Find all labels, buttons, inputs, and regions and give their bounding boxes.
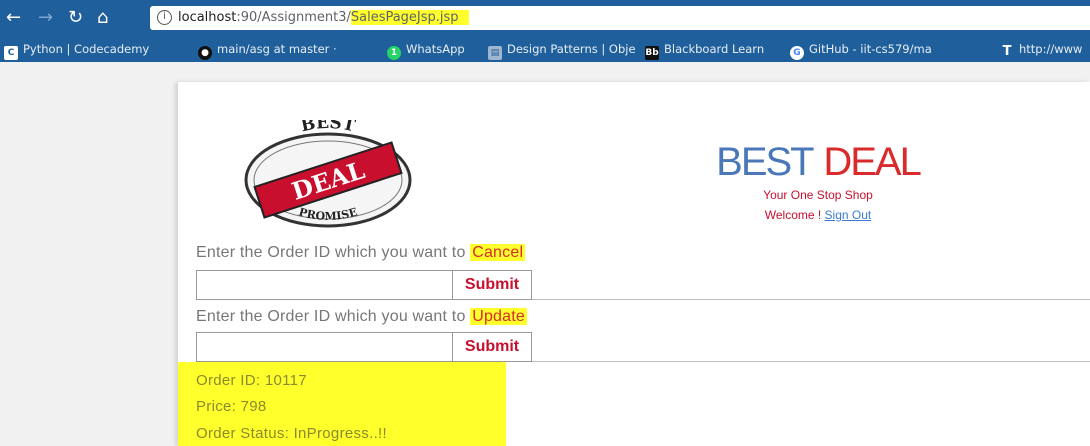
page-margin: [0, 62, 178, 446]
whatsapp-icon: 1: [387, 46, 401, 60]
bookmark-item[interactable]: ● main/asg at master ·: [198, 40, 337, 60]
bookmark-item[interactable]: Thttp://www: [1000, 40, 1083, 59]
order-price-text: Price: 798: [196, 398, 267, 415]
site-title: BEST DEAL: [668, 140, 968, 184]
bookmark-label: http://www: [1019, 42, 1083, 56]
bookmark-page-icon: ▤: [488, 46, 502, 60]
update-order-id-input[interactable]: [196, 332, 452, 362]
site-title-best: BEST: [716, 140, 814, 184]
bookmark-label: Python | Codecademy: [23, 42, 150, 56]
site-title-deal: DEAL: [823, 140, 921, 184]
bookmark-label: Blackboard Learn: [664, 42, 765, 56]
order-result-panel: Order ID: 10117 Price: 798 Order Status:…: [178, 362, 506, 446]
forward-arrow-icon[interactable]: →: [38, 9, 53, 27]
url-host: localhost: [178, 10, 237, 25]
cancel-prompt-text: Enter the Order ID which you want to: [196, 244, 471, 261]
update-prompt: Enter the Order ID which you want to Upd…: [196, 308, 527, 326]
bookmark-label: GitHub - iit-cs579/ma: [809, 42, 932, 56]
order-id-text: Order ID: 10117: [196, 372, 307, 389]
codecademy-icon: C: [4, 46, 18, 60]
tagline: Your One Stop Shop: [763, 188, 873, 202]
github-icon: ●: [198, 46, 212, 60]
bookmark-item[interactable]: Bb Blackboard Learn: [645, 40, 765, 60]
cancel-prompt: Enter the Order ID which you want to Can…: [196, 244, 526, 262]
site-header: BEST DEAL Your One Stop Shop Welcome ! S…: [668, 140, 968, 222]
url-file-highlight: SalesPageJsp.jsp: [350, 10, 469, 25]
url-text: localhost:90/Assignment3/SalesPageJsp.js…: [178, 6, 469, 30]
cancel-action-label: Cancel: [470, 244, 526, 261]
welcome-line: Welcome ! Sign Out: [668, 208, 968, 222]
update-prompt-text: Enter the Order ID which you want to: [196, 308, 471, 325]
bookmark-label: Design Patterns | Obje: [507, 42, 636, 56]
welcome-text: Welcome !: [764, 208, 825, 222]
text-icon: T: [1002, 44, 1012, 59]
update-submit-button[interactable]: Submit: [452, 332, 532, 362]
browser-toolbar: ← → ↻ ⌂ i localhost:90/Assignment3/Sales…: [0, 0, 1090, 36]
bookmark-item[interactable]: 1 WhatsApp: [387, 40, 465, 60]
bookmark-label: main/asg at master ·: [217, 42, 337, 56]
cancel-submit-button[interactable]: Submit: [452, 270, 532, 300]
bookmarks-bar: C Python | Codecademy ● main/asg at master…: [0, 36, 1090, 62]
best-deal-promise-logo: BEST PROMISE DEAL: [244, 120, 412, 228]
cancel-order-id-input[interactable]: [196, 270, 452, 300]
bookmark-item[interactable]: G GitHub - iit-cs579/ma: [790, 40, 932, 60]
google-icon: G: [790, 46, 804, 60]
blackboard-icon: Bb: [645, 46, 659, 60]
bookmark-item[interactable]: C Python | Codecademy: [4, 40, 150, 60]
bookmark-label: WhatsApp: [406, 42, 465, 56]
address-bar[interactable]: i localhost:90/Assignment3/SalesPageJsp.…: [150, 6, 1090, 30]
sign-out-link[interactable]: Sign Out: [825, 208, 872, 222]
update-form: Submit: [196, 332, 1090, 362]
reload-icon[interactable]: ↻: [68, 9, 83, 27]
back-arrow-icon[interactable]: ←: [6, 9, 21, 27]
info-icon[interactable]: i: [157, 10, 172, 25]
bookmark-item[interactable]: ▤ Design Patterns | Obje: [488, 40, 636, 60]
home-icon[interactable]: ⌂: [97, 9, 108, 27]
update-action-label: Update: [470, 308, 527, 325]
cancel-form: Submit: [196, 270, 1090, 300]
order-status-text: Order Status: InProgress..!!: [196, 425, 387, 442]
url-path: :90/Assignment3/: [236, 10, 351, 25]
